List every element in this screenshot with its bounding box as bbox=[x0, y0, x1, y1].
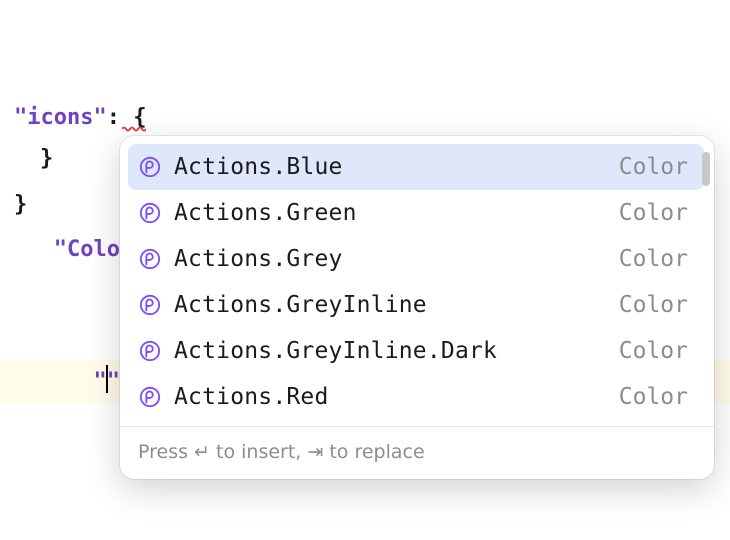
property-icon bbox=[138, 293, 162, 317]
completion-list[interactable]: Actions.BlueColorActions.GreenColorActio… bbox=[128, 144, 704, 420]
code-line-1: "icons": { bbox=[0, 96, 730, 140]
enter-key-glyph: ↵ bbox=[194, 441, 210, 463]
error-squiggle-icon bbox=[122, 126, 146, 134]
popup-scrollbar[interactable] bbox=[702, 146, 710, 396]
completion-item-type: Color bbox=[619, 246, 688, 272]
completion-item-label: Actions.GreyInline.Dark bbox=[174, 338, 607, 364]
property-icon bbox=[138, 385, 162, 409]
completion-item[interactable]: Actions.Blue Color bbox=[128, 144, 704, 190]
completion-item-label: Actions.Red bbox=[174, 384, 607, 410]
code-trailing-braces: } } bbox=[14, 136, 53, 228]
completion-item-label: Actions.Grey bbox=[174, 246, 607, 272]
hint-text: Press bbox=[138, 441, 194, 463]
property-icon bbox=[138, 339, 162, 363]
completion-item[interactable]: Actions.GreyInline Color bbox=[128, 282, 704, 328]
completion-item-type: Color bbox=[619, 200, 688, 226]
property-icon bbox=[138, 155, 162, 179]
completion-popup[interactable]: Actions.BlueColorActions.GreenColorActio… bbox=[120, 136, 714, 479]
json-key: "icons" bbox=[14, 105, 107, 130]
completion-item-label: Actions.Blue bbox=[174, 154, 607, 180]
property-icon bbox=[138, 201, 162, 225]
completion-item-type: Color bbox=[619, 154, 688, 180]
cursor-indicator bbox=[106, 365, 108, 393]
completion-item-type: Color bbox=[619, 384, 688, 410]
completion-item-type: Color bbox=[619, 292, 688, 318]
completion-item[interactable]: Actions.Green Color bbox=[128, 190, 704, 236]
completion-item[interactable]: Actions.Grey Color bbox=[128, 236, 704, 282]
hint-text: to replace bbox=[323, 441, 424, 463]
hint-text: to insert, bbox=[210, 441, 307, 463]
completion-item-label: Actions.Green bbox=[174, 200, 607, 226]
json-brace: } bbox=[14, 182, 53, 228]
scrollbar-thumb[interactable] bbox=[702, 152, 710, 186]
completion-item-label: Actions.GreyInline bbox=[174, 292, 607, 318]
completion-item-type: Color bbox=[619, 338, 688, 364]
property-icon bbox=[138, 247, 162, 271]
tab-key-glyph: ⇥ bbox=[307, 441, 323, 463]
completion-hint: Press ↵ to insert, ⇥ to replace bbox=[120, 426, 714, 479]
completion-item[interactable]: Actions.Red Color bbox=[128, 374, 704, 420]
json-brace: } bbox=[14, 136, 53, 182]
completion-item[interactable]: Actions.GreyInline.Dark Color bbox=[128, 328, 704, 374]
